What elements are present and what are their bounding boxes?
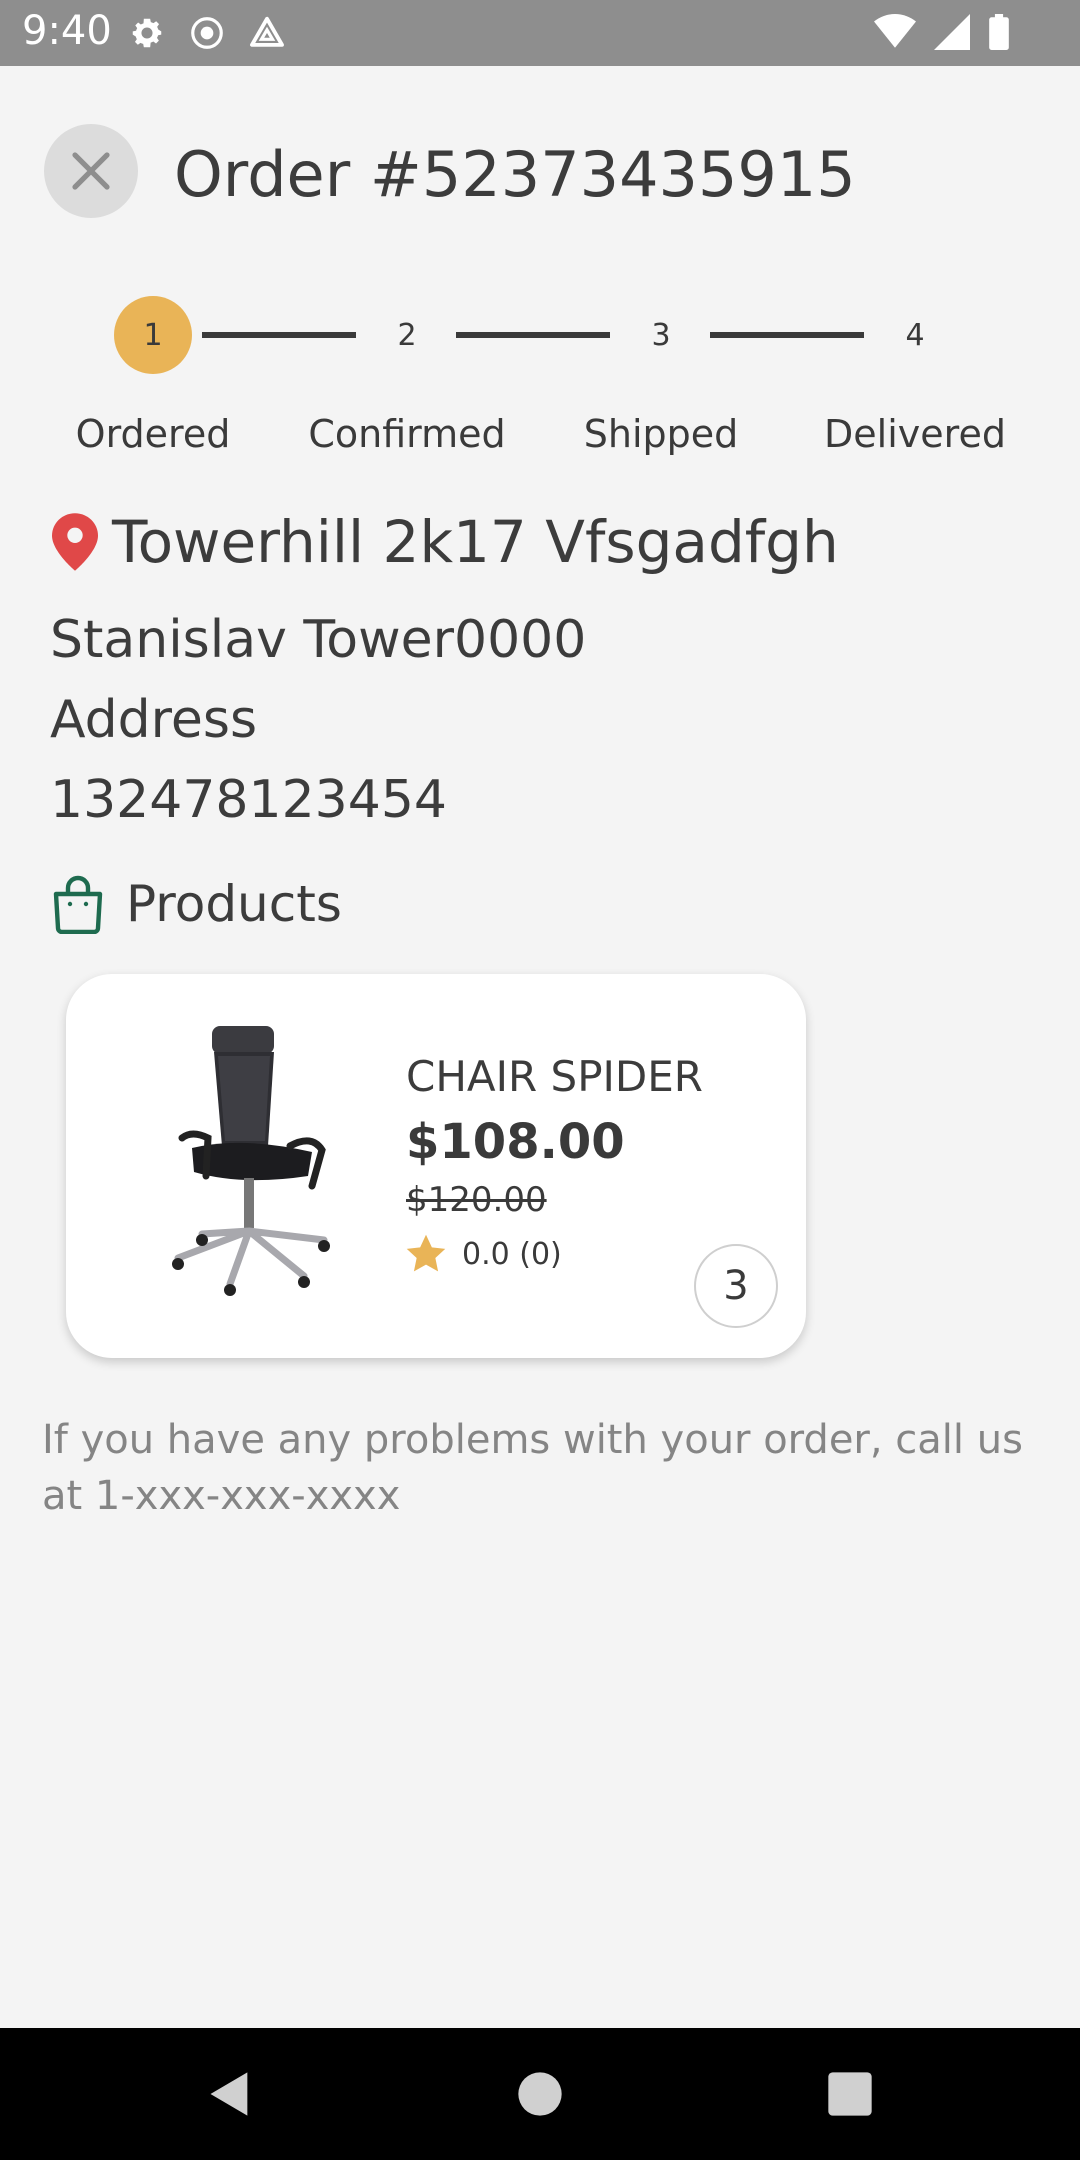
products-title: Products — [126, 875, 342, 933]
rating-value: 0.0 (0) — [462, 1236, 562, 1272]
home-circle-icon — [518, 2072, 562, 2116]
help-text: If you have any problems with your order… — [42, 1417, 1023, 1519]
address-title: Towerhill 2k17 Vfsgadfgh — [112, 508, 839, 576]
back-triangle-icon — [210, 2072, 248, 2116]
nav-recents-button[interactable] — [820, 2064, 880, 2124]
recents-square-icon — [828, 2072, 872, 2116]
step-4-label: Delivered — [824, 412, 1006, 456]
product-rating: 0.0 (0) — [404, 1232, 562, 1276]
system-nav-bar — [0, 2028, 1080, 2160]
close-button[interactable] — [44, 124, 138, 218]
status-system-icons — [874, 14, 1010, 50]
order-progress-stepper: 1 2 3 4 — [0, 296, 1080, 374]
nav-home-button[interactable] — [510, 2064, 570, 2124]
quantity-badge: 3 — [694, 1244, 778, 1328]
close-icon — [72, 152, 110, 190]
step-3-indicator: 3 — [651, 317, 671, 353]
status-bar: 9:40 — [0, 0, 1080, 66]
settings-icon — [132, 18, 162, 48]
location-pin-icon — [52, 513, 98, 571]
products-header: Products — [50, 874, 342, 934]
product-card[interactable]: CHAIR SPIDER $108.00 $120.00 0.0 (0) 3 — [66, 974, 806, 1358]
phone-number: 132478123454 — [50, 770, 448, 830]
record-icon — [191, 17, 223, 49]
battery-icon — [989, 14, 1009, 50]
step-connector — [456, 332, 610, 338]
step-4-indicator: 4 — [905, 317, 925, 353]
step-1-label: Ordered — [75, 412, 231, 456]
status-time: 9:40 — [22, 8, 112, 54]
product-price: $108.00 — [406, 1114, 625, 1170]
step-3-label: Shipped — [583, 412, 739, 456]
step-2-indicator: 2 — [397, 317, 417, 353]
address-line: Address — [50, 690, 258, 750]
address-header: Towerhill 2k17 Vfsgadfgh — [52, 508, 839, 576]
status-notification-icons — [128, 14, 286, 52]
step-2-label: Confirmed — [308, 412, 506, 456]
page-title: Order #52373435915 — [174, 138, 856, 211]
signal-icon — [934, 14, 970, 50]
drive-icon — [250, 16, 284, 47]
step-connector — [710, 332, 864, 338]
recipient-name: Stanislav Tower0000 — [50, 610, 587, 670]
product-name: CHAIR SPIDER — [406, 1052, 703, 1101]
product-old-price: $120.00 — [406, 1180, 547, 1220]
step-connector — [202, 332, 356, 338]
star-icon — [406, 1234, 446, 1272]
shopping-bag-icon — [53, 875, 103, 934]
product-image — [172, 1026, 330, 1296]
nav-back-button[interactable] — [200, 2064, 260, 2124]
wifi-icon — [874, 14, 916, 48]
step-1-indicator: 1 — [114, 296, 192, 374]
